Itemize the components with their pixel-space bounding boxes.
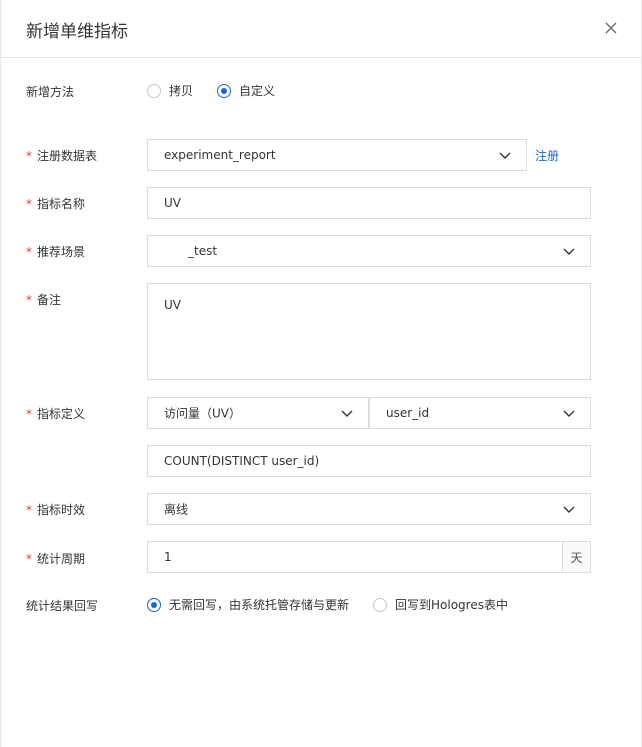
close-icon[interactable] bbox=[603, 20, 619, 36]
writeback-managed-radio[interactable]: 无需回写，由系统托管存储与更新 bbox=[147, 596, 349, 613]
table-select[interactable]: experiment_report bbox=[147, 139, 527, 171]
writeback-hologres-radio[interactable]: 回写到Hologres表中 bbox=[373, 596, 508, 613]
definition-label: * 指标定义 bbox=[26, 407, 86, 421]
chevron-down-icon bbox=[341, 410, 353, 417]
metric-select[interactable]: 访问量（UV） bbox=[147, 397, 369, 429]
add-metric-dialog: 新增单维指标 新增方法 拷贝 自定义 * 注册数据表 experiment_rep… bbox=[0, 0, 642, 747]
radio-dot-selected bbox=[217, 83, 231, 98]
dialog-title: 新增单维指标 bbox=[26, 22, 128, 42]
method-copy-radio[interactable]: 拷贝 bbox=[147, 82, 193, 99]
writeback-label: 统计结果回写 bbox=[26, 599, 99, 613]
chevron-down-icon bbox=[563, 410, 575, 417]
field-select[interactable]: user_id bbox=[369, 397, 591, 429]
table-label: * 注册数据表 bbox=[26, 149, 98, 163]
radio-dot bbox=[373, 597, 387, 612]
period-input[interactable]: 1 天 bbox=[147, 541, 591, 573]
chevron-down-icon bbox=[563, 506, 575, 513]
register-link[interactable]: 注册 bbox=[535, 147, 559, 164]
scene-label: * 推荐场景 bbox=[26, 245, 86, 259]
timeliness-select[interactable]: 离线 bbox=[147, 493, 591, 525]
chevron-down-icon bbox=[563, 248, 575, 255]
dialog-header: 新增单维指标 bbox=[1, 0, 641, 58]
remark-textarea[interactable]: UV bbox=[147, 283, 591, 380]
period-unit: 天 bbox=[562, 542, 590, 572]
name-input[interactable]: UV bbox=[147, 187, 591, 219]
expression-input[interactable]: COUNT(DISTINCT user_id) bbox=[147, 445, 591, 477]
method-label: 新增方法 bbox=[26, 85, 75, 99]
name-label: * 指标名称 bbox=[26, 197, 86, 211]
period-label: * 统计周期 bbox=[26, 552, 86, 566]
radio-dot-selected bbox=[147, 597, 161, 612]
timeliness-label: * 指标时效 bbox=[26, 503, 86, 517]
remark-label: * 备注 bbox=[26, 293, 62, 307]
chevron-down-icon bbox=[499, 152, 511, 159]
radio-dot bbox=[147, 83, 161, 98]
scene-select[interactable]: _test bbox=[147, 235, 591, 267]
method-custom-radio[interactable]: 自定义 bbox=[217, 82, 275, 99]
